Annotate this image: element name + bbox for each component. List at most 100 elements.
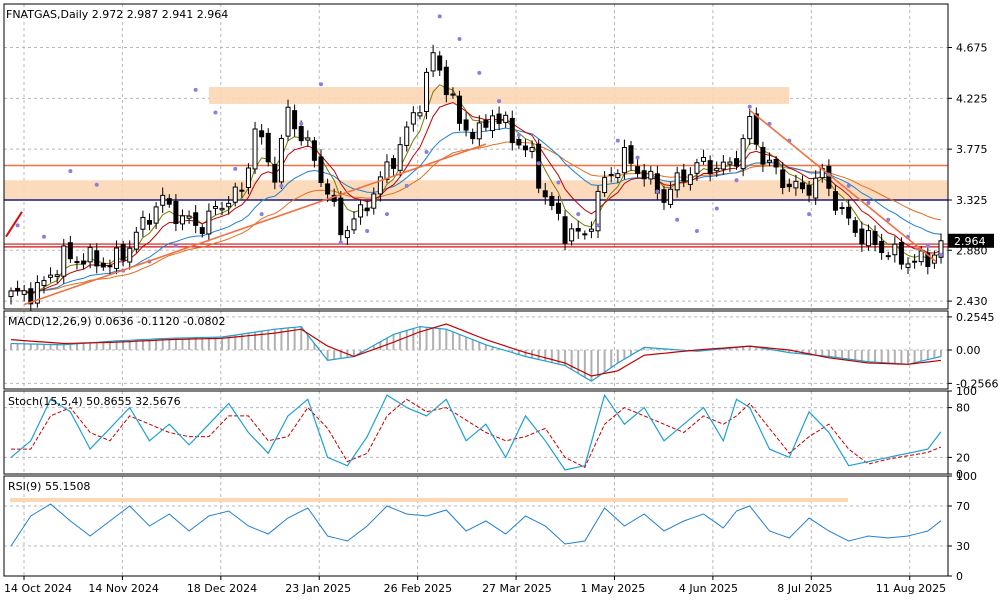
sar-dot (279, 183, 284, 188)
candle-body (806, 184, 812, 196)
candle-body (542, 190, 548, 198)
macd-y-tick-label: 0.2545 (956, 311, 995, 324)
candle-body (852, 220, 858, 233)
sar-dot (173, 243, 178, 248)
candle-body (674, 172, 680, 191)
candle-body (496, 113, 502, 124)
sar-dot (193, 87, 198, 92)
candle-body (443, 66, 449, 96)
candle-body (826, 165, 832, 189)
candle-body (120, 244, 126, 261)
candle-body (278, 138, 284, 183)
candle-body (799, 182, 805, 190)
candle-body (318, 156, 324, 183)
sar-dot (939, 252, 943, 257)
candle-body (114, 247, 120, 269)
candle-body (602, 177, 608, 194)
x-tick-label: 14 Oct 2024 (4, 582, 72, 595)
candle-body (298, 126, 304, 142)
candle-body (793, 180, 799, 189)
candle-body (344, 230, 350, 239)
candle-body (509, 117, 515, 144)
candle-body (588, 228, 594, 232)
rsi-y-tick-label: 30 (956, 540, 970, 553)
candle-body (232, 186, 238, 203)
candle-body (687, 174, 693, 185)
candle-body (41, 280, 47, 287)
candle-body (338, 197, 344, 236)
candle-body (628, 145, 634, 164)
sar-dot (457, 37, 462, 42)
candle-body (846, 206, 852, 219)
candle-body (549, 195, 555, 207)
candle-body (259, 130, 265, 138)
candle-body (140, 216, 146, 230)
candle-body (575, 227, 581, 232)
rsi-y-tick-label: 70 (956, 500, 970, 513)
candle-body (608, 173, 614, 176)
candle-body (358, 204, 364, 218)
candle-body (252, 128, 258, 170)
sar-dot (497, 99, 502, 104)
candle-body (767, 159, 773, 163)
sar-dot (556, 180, 561, 185)
candle-body (397, 144, 403, 171)
candle-body (351, 218, 357, 231)
sar-dot (233, 166, 238, 171)
candle-body (305, 137, 311, 141)
sar-dot (925, 243, 930, 248)
price-y-tick-label: 3.325 (956, 194, 988, 207)
x-tick-label: 26 Feb 2025 (384, 582, 452, 595)
candle-body (239, 189, 245, 192)
sar-dot (94, 182, 99, 187)
x-tick-label: 14 Nov 2024 (88, 582, 158, 595)
sar-dot (213, 110, 218, 115)
price-y-tick-label: 2.430 (956, 295, 988, 308)
candle-body (94, 250, 100, 267)
candle-body (681, 169, 687, 182)
candle-body (476, 122, 482, 140)
candle-body (61, 245, 67, 277)
sar-dot (807, 212, 812, 217)
candle-body (100, 263, 106, 268)
candle-body (147, 220, 153, 225)
sar-dot (635, 155, 640, 160)
candle-body (206, 210, 212, 235)
candle-body (219, 207, 225, 211)
candle-body (450, 93, 456, 96)
x-tick-label: 27 Mar 2025 (482, 582, 552, 595)
sar-dot (319, 82, 323, 87)
x-tick-label: 4 Jun 2025 (679, 582, 738, 595)
candle-body (905, 263, 911, 268)
candle-body (661, 189, 667, 203)
sar-dot (714, 206, 719, 211)
candle-body (67, 242, 73, 260)
candle-body (160, 194, 166, 206)
candle-body (48, 274, 54, 278)
candle-body (74, 261, 80, 264)
candle-body (615, 173, 621, 179)
sar-dot (694, 229, 699, 234)
sar-dot (536, 161, 541, 166)
candle-body (470, 131, 476, 140)
rsi-band (10, 498, 849, 502)
x-tick-label: 23 Jan 2025 (285, 582, 351, 595)
sar-dot (68, 169, 73, 174)
candle-body (813, 177, 819, 199)
candle-body (760, 147, 766, 165)
stoch-title: Stoch(15,5,4) 50.8655 32.5676 (8, 395, 181, 408)
candle-body (529, 147, 535, 152)
candle-body (865, 230, 871, 247)
candle-body (648, 170, 654, 180)
candle-body (226, 202, 232, 208)
rsi-y-tick-label: 100 (956, 470, 977, 483)
candle-body (311, 140, 317, 161)
price-y-tick-label: 4.675 (956, 41, 988, 54)
candle-body (635, 166, 641, 174)
candle-body (780, 169, 786, 188)
candle-body (569, 228, 575, 242)
candle-body (325, 183, 331, 195)
candle-body (918, 250, 924, 263)
candle-body (133, 231, 139, 250)
candle-body (898, 242, 904, 265)
